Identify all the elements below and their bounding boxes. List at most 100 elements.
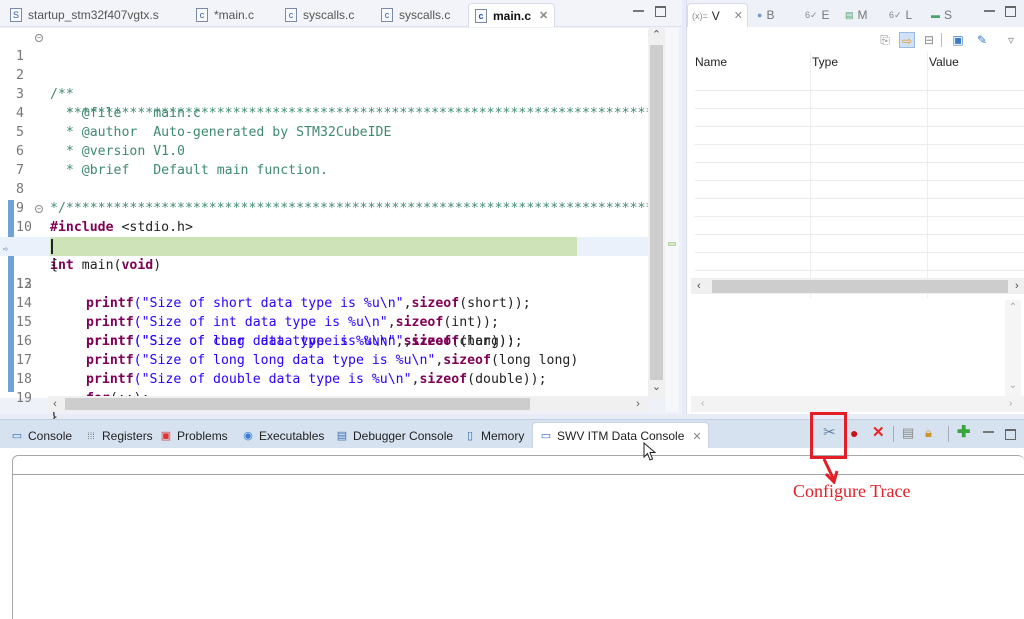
- tab-label: Executables: [259, 429, 325, 443]
- column-header-value[interactable]: Value: [929, 55, 959, 69]
- maximize-view-button[interactable]: [1005, 6, 1016, 17]
- close-tab-icon[interactable]: ✕: [692, 430, 701, 443]
- detail-horizontal-scrollbar[interactable]: ‹ ›: [691, 396, 1024, 412]
- code-line: 15 printf("Size of long data type is %u\…: [16, 315, 523, 349]
- scroll-left-icon[interactable]: ‹: [697, 278, 701, 294]
- tab-console[interactable]: ▭ Console: [10, 425, 72, 447]
- tab-syscalls-c-1[interactable]: c syscalls.c: [279, 3, 360, 27]
- scrollbar-thumb[interactable]: [650, 45, 663, 380]
- registers-icon: ⁞⁞⁞: [87, 431, 95, 441]
- maximize-console-button[interactable]: [1005, 429, 1016, 440]
- tab-label: startup_stm32f407vgtx.s: [28, 8, 159, 22]
- mouse-cursor-icon: [643, 442, 657, 461]
- start-trace-icon[interactable]: ●: [850, 426, 858, 440]
- maximize-editor-button[interactable]: [655, 6, 666, 17]
- fold-collapse-icon[interactable]: −: [35, 34, 43, 42]
- text-caret: [51, 239, 53, 254]
- tab-expressions[interactable]: 6✓ E: [801, 3, 834, 27]
- tab-breakpoints[interactable]: ● B: [753, 3, 778, 27]
- scroll-right-icon[interactable]: ›: [1009, 396, 1012, 412]
- scroll-up-icon[interactable]: ⌃: [1005, 302, 1021, 313]
- close-tab-icon[interactable]: ✕: [734, 9, 743, 22]
- row-divider: [695, 162, 1024, 163]
- column-header-name[interactable]: Name: [695, 55, 727, 69]
- column-header-type[interactable]: Type: [812, 55, 838, 69]
- row-divider: [695, 108, 1024, 109]
- detail-vertical-scrollbar[interactable]: ⌃ ⌄: [1005, 300, 1021, 396]
- tab-modules[interactable]: ▤ M: [841, 3, 872, 27]
- row-divider: [695, 90, 1024, 91]
- scroll-down-icon[interactable]: ⌄: [1005, 380, 1021, 391]
- fold-collapse-icon[interactable]: −: [35, 205, 43, 213]
- current-line-marker[interactable]: [668, 242, 676, 246]
- scroll-left-icon[interactable]: ‹: [48, 396, 62, 412]
- code-line: 2 **************************************…: [0, 47, 648, 121]
- tab-label: Problems: [177, 429, 228, 443]
- scroll-lock-icon[interactable]: 🔒︎: [925, 426, 932, 440]
- tab-live-expressions[interactable]: 6✓ L: [885, 3, 916, 27]
- live-expressions-icon: 6✓: [889, 9, 902, 20]
- tab-syscalls-c-2[interactable]: c syscalls.c: [375, 3, 456, 27]
- scroll-down-icon[interactable]: ⌄: [648, 380, 665, 393]
- editor-tabbar: S startup_stm32f407vgtx.s c *main.c c sy…: [0, 0, 682, 27]
- column-divider[interactable]: [810, 52, 811, 298]
- scroll-left-icon[interactable]: ‹: [701, 396, 704, 412]
- close-tab-icon[interactable]: ✕: [539, 9, 548, 22]
- code-line: 16 printf("Size of long long data type i…: [16, 334, 579, 368]
- tab-label: M: [857, 8, 868, 22]
- tab-variables[interactable]: (x)= V ✕: [687, 3, 748, 27]
- tab-startup-file[interactable]: S startup_stm32f407vgtx.s: [4, 3, 165, 27]
- row-divider: [695, 198, 1024, 199]
- pin-icon[interactable]: ✎: [974, 32, 990, 48]
- tab-main-c[interactable]: c main.c ✕: [468, 3, 556, 27]
- minimize-console-button[interactable]: [983, 429, 994, 433]
- variables-horizontal-scrollbar[interactable]: ‹ ›: [691, 278, 1024, 294]
- minimize-view-button[interactable]: [984, 8, 995, 12]
- tab-problems[interactable]: ▣ Problems: [159, 425, 228, 447]
- tab-memory[interactable]: ▯ Memory: [463, 425, 524, 447]
- tab-debugger-console[interactable]: ▤ Debugger Console: [335, 425, 453, 447]
- show-logical-structure-icon[interactable]: ⇨: [899, 32, 915, 48]
- row-divider: [695, 270, 1024, 271]
- add-port-icon[interactable]: ✚: [957, 425, 970, 441]
- code-line: 3 * @file main.c: [0, 66, 648, 121]
- row-divider: [695, 216, 1024, 217]
- clear-console-icon[interactable]: ▤: [902, 426, 914, 440]
- scrollbar-thumb[interactable]: [65, 398, 530, 410]
- code-line: 7 **************************************…: [0, 142, 648, 216]
- scroll-up-icon[interactable]: ⌃: [648, 28, 665, 41]
- code-line: 19 }: [0, 370, 648, 425]
- scroll-right-icon[interactable]: ›: [1015, 278, 1019, 294]
- row-divider: [695, 234, 1024, 235]
- tab-label: L: [905, 8, 913, 22]
- variable-detail-pane[interactable]: [691, 300, 1021, 396]
- column-divider[interactable]: [927, 52, 928, 298]
- tab-executables[interactable]: ◉ Executables: [241, 425, 324, 447]
- view-menu-icon[interactable]: ▿: [1003, 32, 1019, 48]
- editor-horizontal-scrollbar[interactable]: ‹ ›: [48, 396, 648, 412]
- tab-sfrs[interactable]: ▬ S: [927, 3, 956, 27]
- add-global-variables-icon[interactable]: ▣: [950, 32, 966, 48]
- tab-registers[interactable]: ⁞⁞⁞ Registers: [84, 425, 152, 447]
- code-line: 13 printf("Size of short data type is %u…: [16, 277, 531, 311]
- editor-vertical-scrollbar[interactable]: ⌃ ⌄: [648, 28, 665, 398]
- console-tabbar: ▭ Console ⁞⁞⁞ Registers ▣ Problems ◉ Exe…: [0, 419, 1024, 449]
- collapse-all-icon[interactable]: ⊟: [921, 32, 937, 48]
- c-file-icon: c: [475, 8, 487, 23]
- scroll-right-icon[interactable]: ›: [631, 396, 645, 412]
- variables-table: Name Type Value: [691, 52, 1024, 298]
- scrollbar-thumb[interactable]: [712, 280, 1008, 293]
- minimize-editor-button[interactable]: [633, 8, 644, 12]
- port-tabs-frame: [12, 455, 1024, 619]
- code-editor[interactable]: 1 − /** 2 ******************************…: [0, 28, 665, 425]
- tab-label: *main.c: [214, 8, 255, 22]
- remove-port-icon[interactable]: ✕: [872, 425, 885, 440]
- tab-swv-itm-data-console[interactable]: ▭ SWV ITM Data Console ✕: [532, 422, 709, 449]
- tab-main-c-modified[interactable]: c *main.c: [190, 3, 260, 27]
- code-line: 1 − /**: [0, 28, 648, 102]
- modules-icon: ▤: [845, 9, 854, 20]
- show-type-names-icon[interactable]: ⎘: [877, 32, 893, 48]
- row-divider: [695, 180, 1024, 181]
- tab-label: E: [821, 8, 830, 22]
- expressions-icon: 6✓: [805, 9, 818, 20]
